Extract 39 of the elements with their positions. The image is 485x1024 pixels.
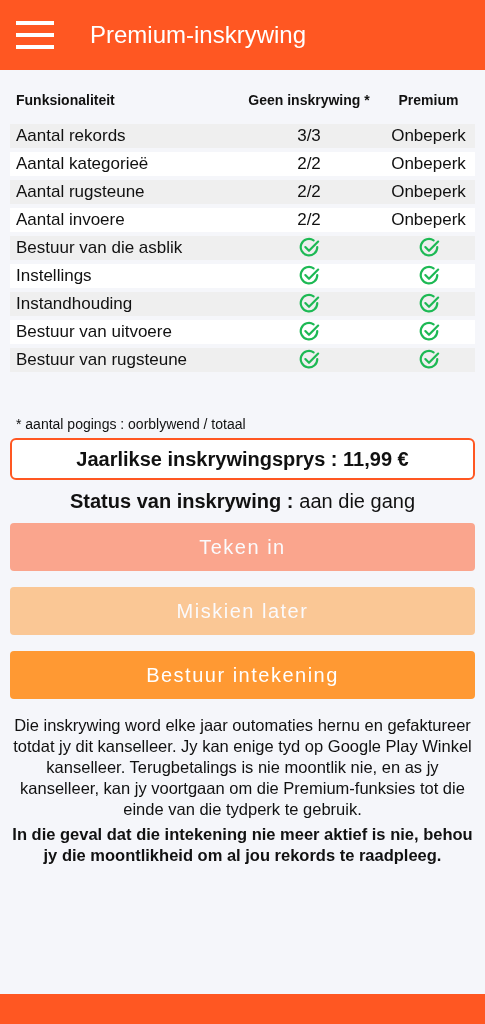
check-circle-icon (298, 293, 320, 315)
table-cell: 2/2 (297, 182, 321, 202)
table-cell: Aantal rekords (16, 126, 126, 146)
check-circle-icon (417, 349, 440, 371)
footnote: * aantal pogings : oorblywend / totaal (15, 416, 247, 432)
column-header: Funksionaliteit (16, 92, 116, 108)
status-label: Status van inskrywing : (69, 490, 294, 513)
check-circle-icon (298, 237, 320, 259)
table-cell: Onbeperk (391, 182, 466, 202)
notice-bold-text: In die geval dat die intekening nie meer aktief is nie, behou jy die moontlikheid om al jou rekords te raadpleeg. (11, 824, 474, 866)
table-cell: Instandhouding (16, 294, 133, 314)
table-cell: Bestuur van uitvoere (16, 322, 172, 342)
table-cell: Bestuur van die asblik (16, 238, 183, 258)
check-circle-icon (298, 349, 320, 371)
column-header: Premium (397, 92, 460, 108)
check-circle-icon (298, 265, 320, 287)
check-circle-icon (298, 321, 320, 343)
table-cell: 2/2 (297, 210, 321, 230)
table-cell: Onbeperk (391, 210, 466, 230)
check-circle-icon (417, 321, 440, 343)
column-header: Geen inskrywing * (247, 92, 371, 108)
check-circle-icon (417, 237, 440, 259)
table-cell: Instellings (16, 266, 92, 286)
status-value: aan die gang (299, 490, 416, 513)
price-label: Jaarlikse inskrywingsprys : 11,99 € (10, 438, 475, 480)
table-cell: Onbeperk (391, 126, 466, 146)
table-cell: 3/3 (297, 126, 321, 146)
table-cell: Aantal rugsteune (16, 182, 145, 202)
app-bar-title: Premium-inskrywing (90, 21, 307, 49)
menu-icon[interactable] (16, 21, 54, 49)
table-cell: Bestuur van rugsteune (16, 350, 188, 370)
table-cell: Onbeperk (391, 154, 466, 174)
check-circle-icon (417, 293, 440, 315)
table-cell: 2/2 (297, 154, 321, 174)
table-cell: Aantal invoere (16, 210, 125, 230)
table-cell: Aantal kategorieë (16, 154, 149, 174)
notice-text: Die inskrywing word elke jaar outomaties hernu en gefaktureer totdat jy dit kanselleer. Jy kan enige tyd op Google Play Winkel kanselleer. Terugbetalings is nie moontlik nie, en as jy kanselleer, kan jy voortgaan om die Premium-funksies tot die einde van die tydperk te gebruik. (12, 715, 473, 820)
action-button[interactable]: Bestuur intekening (10, 651, 475, 699)
check-circle-icon (417, 265, 440, 287)
